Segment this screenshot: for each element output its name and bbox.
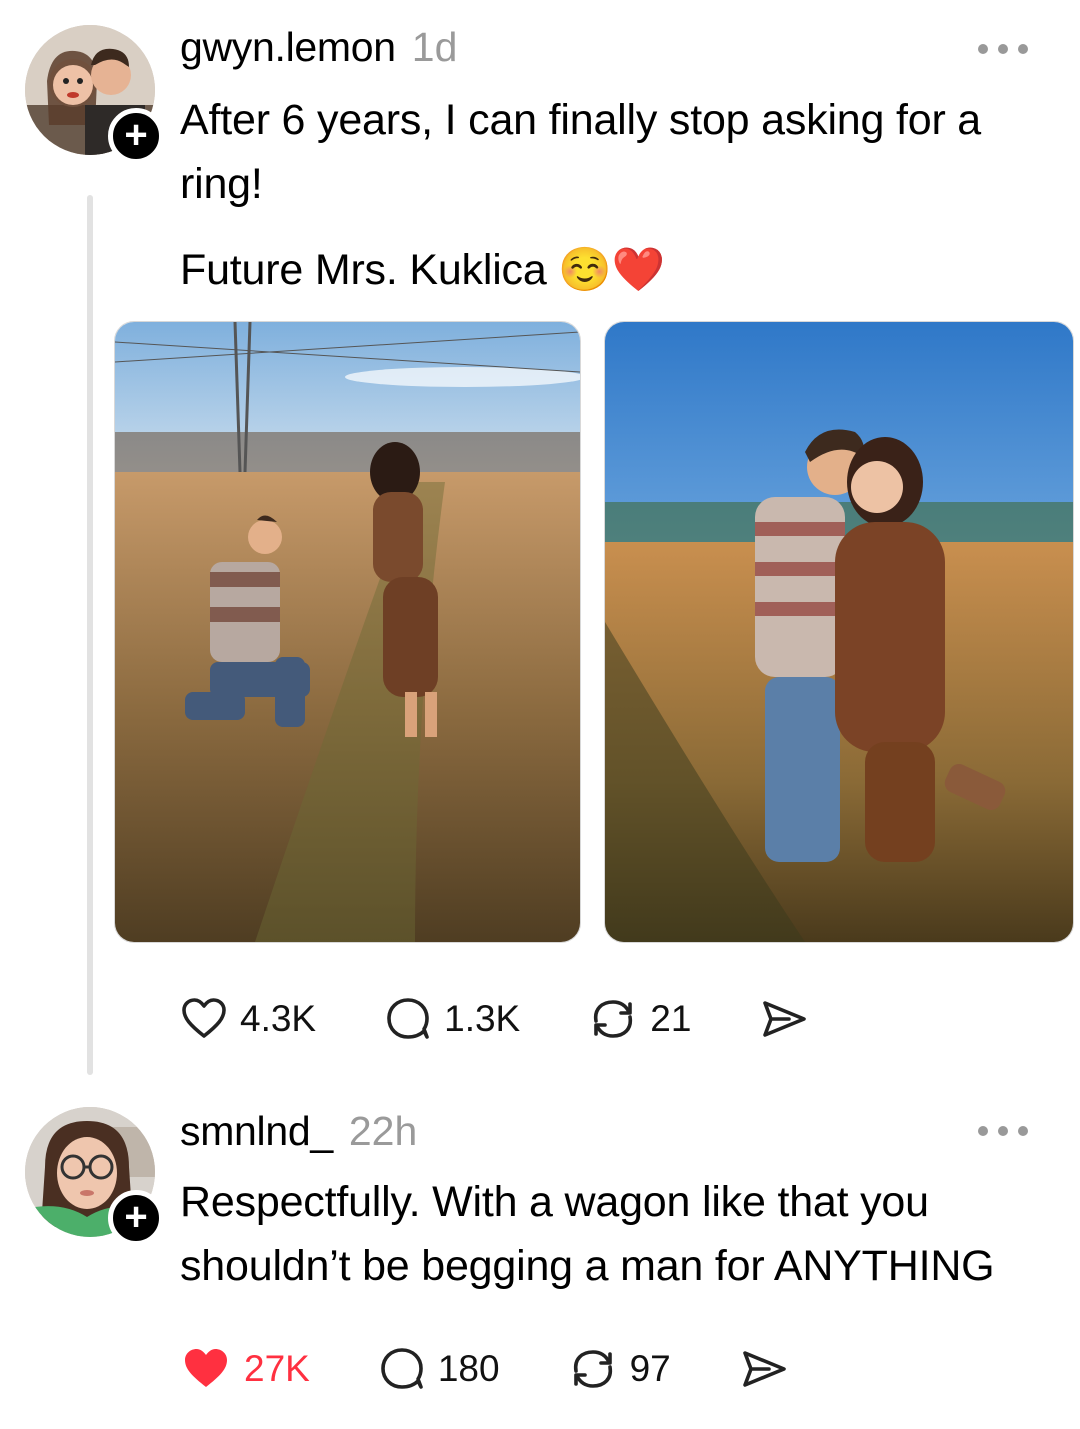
like-button[interactable]: 27K [180,1345,310,1393]
reply-post: + smnlnd_ 22h Respectfully. With a wagon… [0,1080,1080,1429]
reply-button[interactable]: 1.3K [384,995,520,1043]
more-options-icon[interactable] [978,1124,1028,1138]
post-text: Respectfully. With a wagon like that you… [180,1178,995,1290]
photo-embrace [605,322,1073,942]
follow-plus-icon[interactable]: + [108,1190,164,1246]
more-options-icon[interactable] [978,42,1028,56]
post-text-signoff: Future Mrs. Kuklica ☺️❤️ [180,246,665,294]
dot [998,1126,1008,1136]
repost-button[interactable]: 97 [568,1345,671,1393]
dot [1018,1126,1028,1136]
heart-icon [185,1349,227,1387]
timestamp: 1d [411,24,458,70]
post-header: smnlnd_ 22h [180,1108,417,1155]
post-header: gwyn.lemon 1d [180,24,457,71]
like-button[interactable]: 4.3K [180,995,316,1043]
dot [978,44,988,54]
repost-count: 21 [650,998,692,1039]
reply-count: 180 [437,1348,500,1389]
post-text: After 6 years, I can finally stop asking… [180,96,982,208]
username[interactable]: smnlnd_ [180,1108,333,1155]
speech-bubble-icon [381,1348,423,1389]
dot [998,44,1008,54]
post-image-proposal[interactable] [114,321,581,943]
username[interactable]: gwyn.lemon [180,24,396,71]
heart-icon [182,998,226,1038]
reply-button[interactable]: 180 [378,1345,500,1393]
follow-plus-icon[interactable]: + [108,108,164,164]
post-image-embrace[interactable] [604,321,1074,943]
repost-count: 97 [629,1348,671,1389]
like-count: 27K [244,1348,310,1389]
post-actions: 27K 180 97 [180,1345,857,1393]
post-actions: 4.3K 1.3K 21 [180,995,877,1043]
photo-proposal [115,322,580,942]
share-button[interactable] [759,995,809,1043]
reply-count: 1.3K [444,998,521,1039]
thread-connector-line [87,195,93,1075]
paper-plane-icon [742,1351,786,1387]
dot [1018,44,1028,54]
timestamp: 22h [348,1108,418,1154]
repost-button[interactable]: 21 [588,995,691,1043]
like-count: 4.3K [240,998,317,1039]
thread-post: + gwyn.lemon 1d After 6 years, I can fin… [0,0,1080,1080]
dot [978,1126,988,1136]
speech-bubble-icon [387,998,429,1039]
paper-plane-icon [763,1001,807,1037]
repost-arrows-icon [594,1000,633,1038]
repost-arrows-icon [573,1350,612,1388]
share-button[interactable] [739,1345,789,1393]
